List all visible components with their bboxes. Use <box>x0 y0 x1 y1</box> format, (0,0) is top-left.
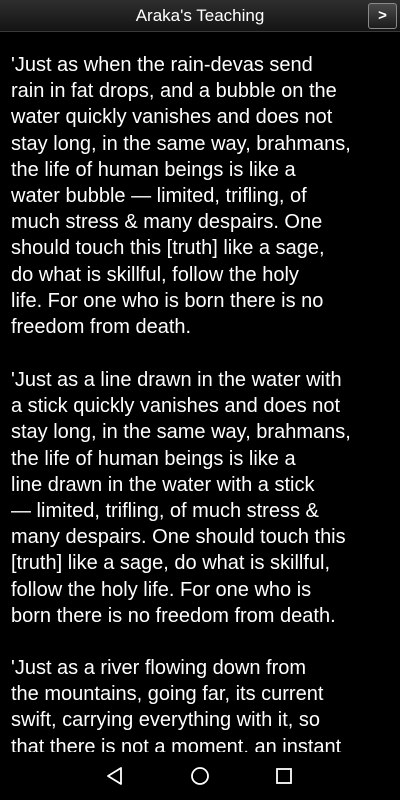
page-title: Araka's Teaching <box>135 6 265 25</box>
back-triangle-icon[interactable] <box>103 764 127 788</box>
paragraph: 'Just as when the rain-devas send rain i… <box>11 54 351 339</box>
reading-pane[interactable]: 'Just as when the rain-devas send rain i… <box>0 32 400 752</box>
paragraph: 'Just as a line drawn in the water with … <box>11 369 351 627</box>
recent-apps-square-icon[interactable] <box>272 764 296 788</box>
system-navigation-bar <box>0 752 400 800</box>
title-bar: Araka's Teaching > <box>0 0 400 32</box>
home-circle-icon[interactable] <box>188 764 212 788</box>
paragraph: 'Just as a river flowing down from the m… <box>11 657 342 752</box>
next-button[interactable]: > <box>368 3 397 29</box>
